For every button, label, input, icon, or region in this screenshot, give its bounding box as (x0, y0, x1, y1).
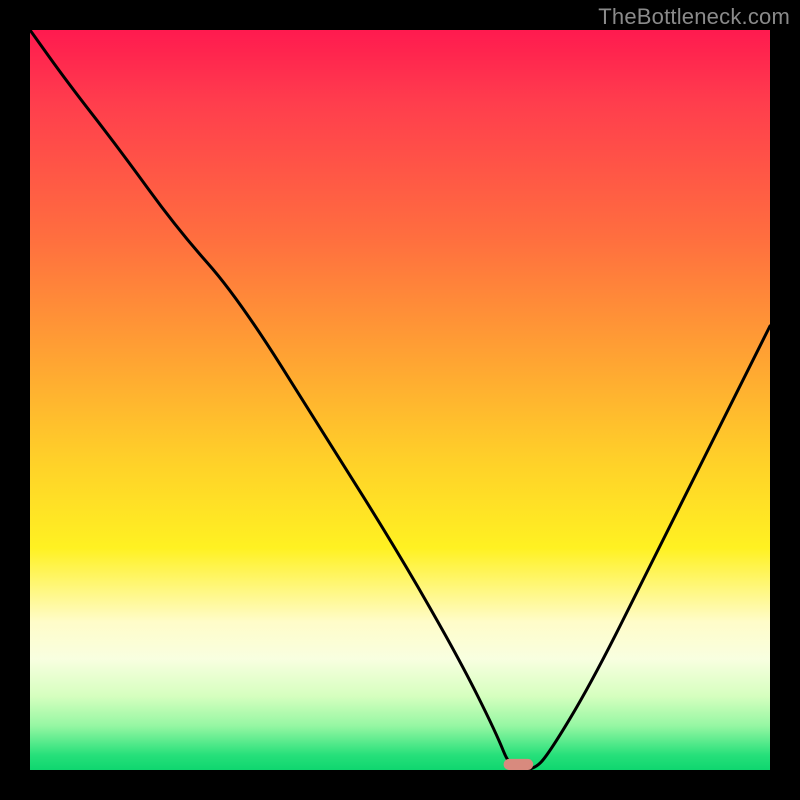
chart-frame: TheBottleneck.com (0, 0, 800, 800)
chart-svg (30, 30, 770, 770)
bottleneck-curve (30, 30, 770, 770)
optimal-point-marker (504, 759, 534, 770)
watermark-label: TheBottleneck.com (598, 4, 790, 30)
plot-area (30, 30, 770, 770)
